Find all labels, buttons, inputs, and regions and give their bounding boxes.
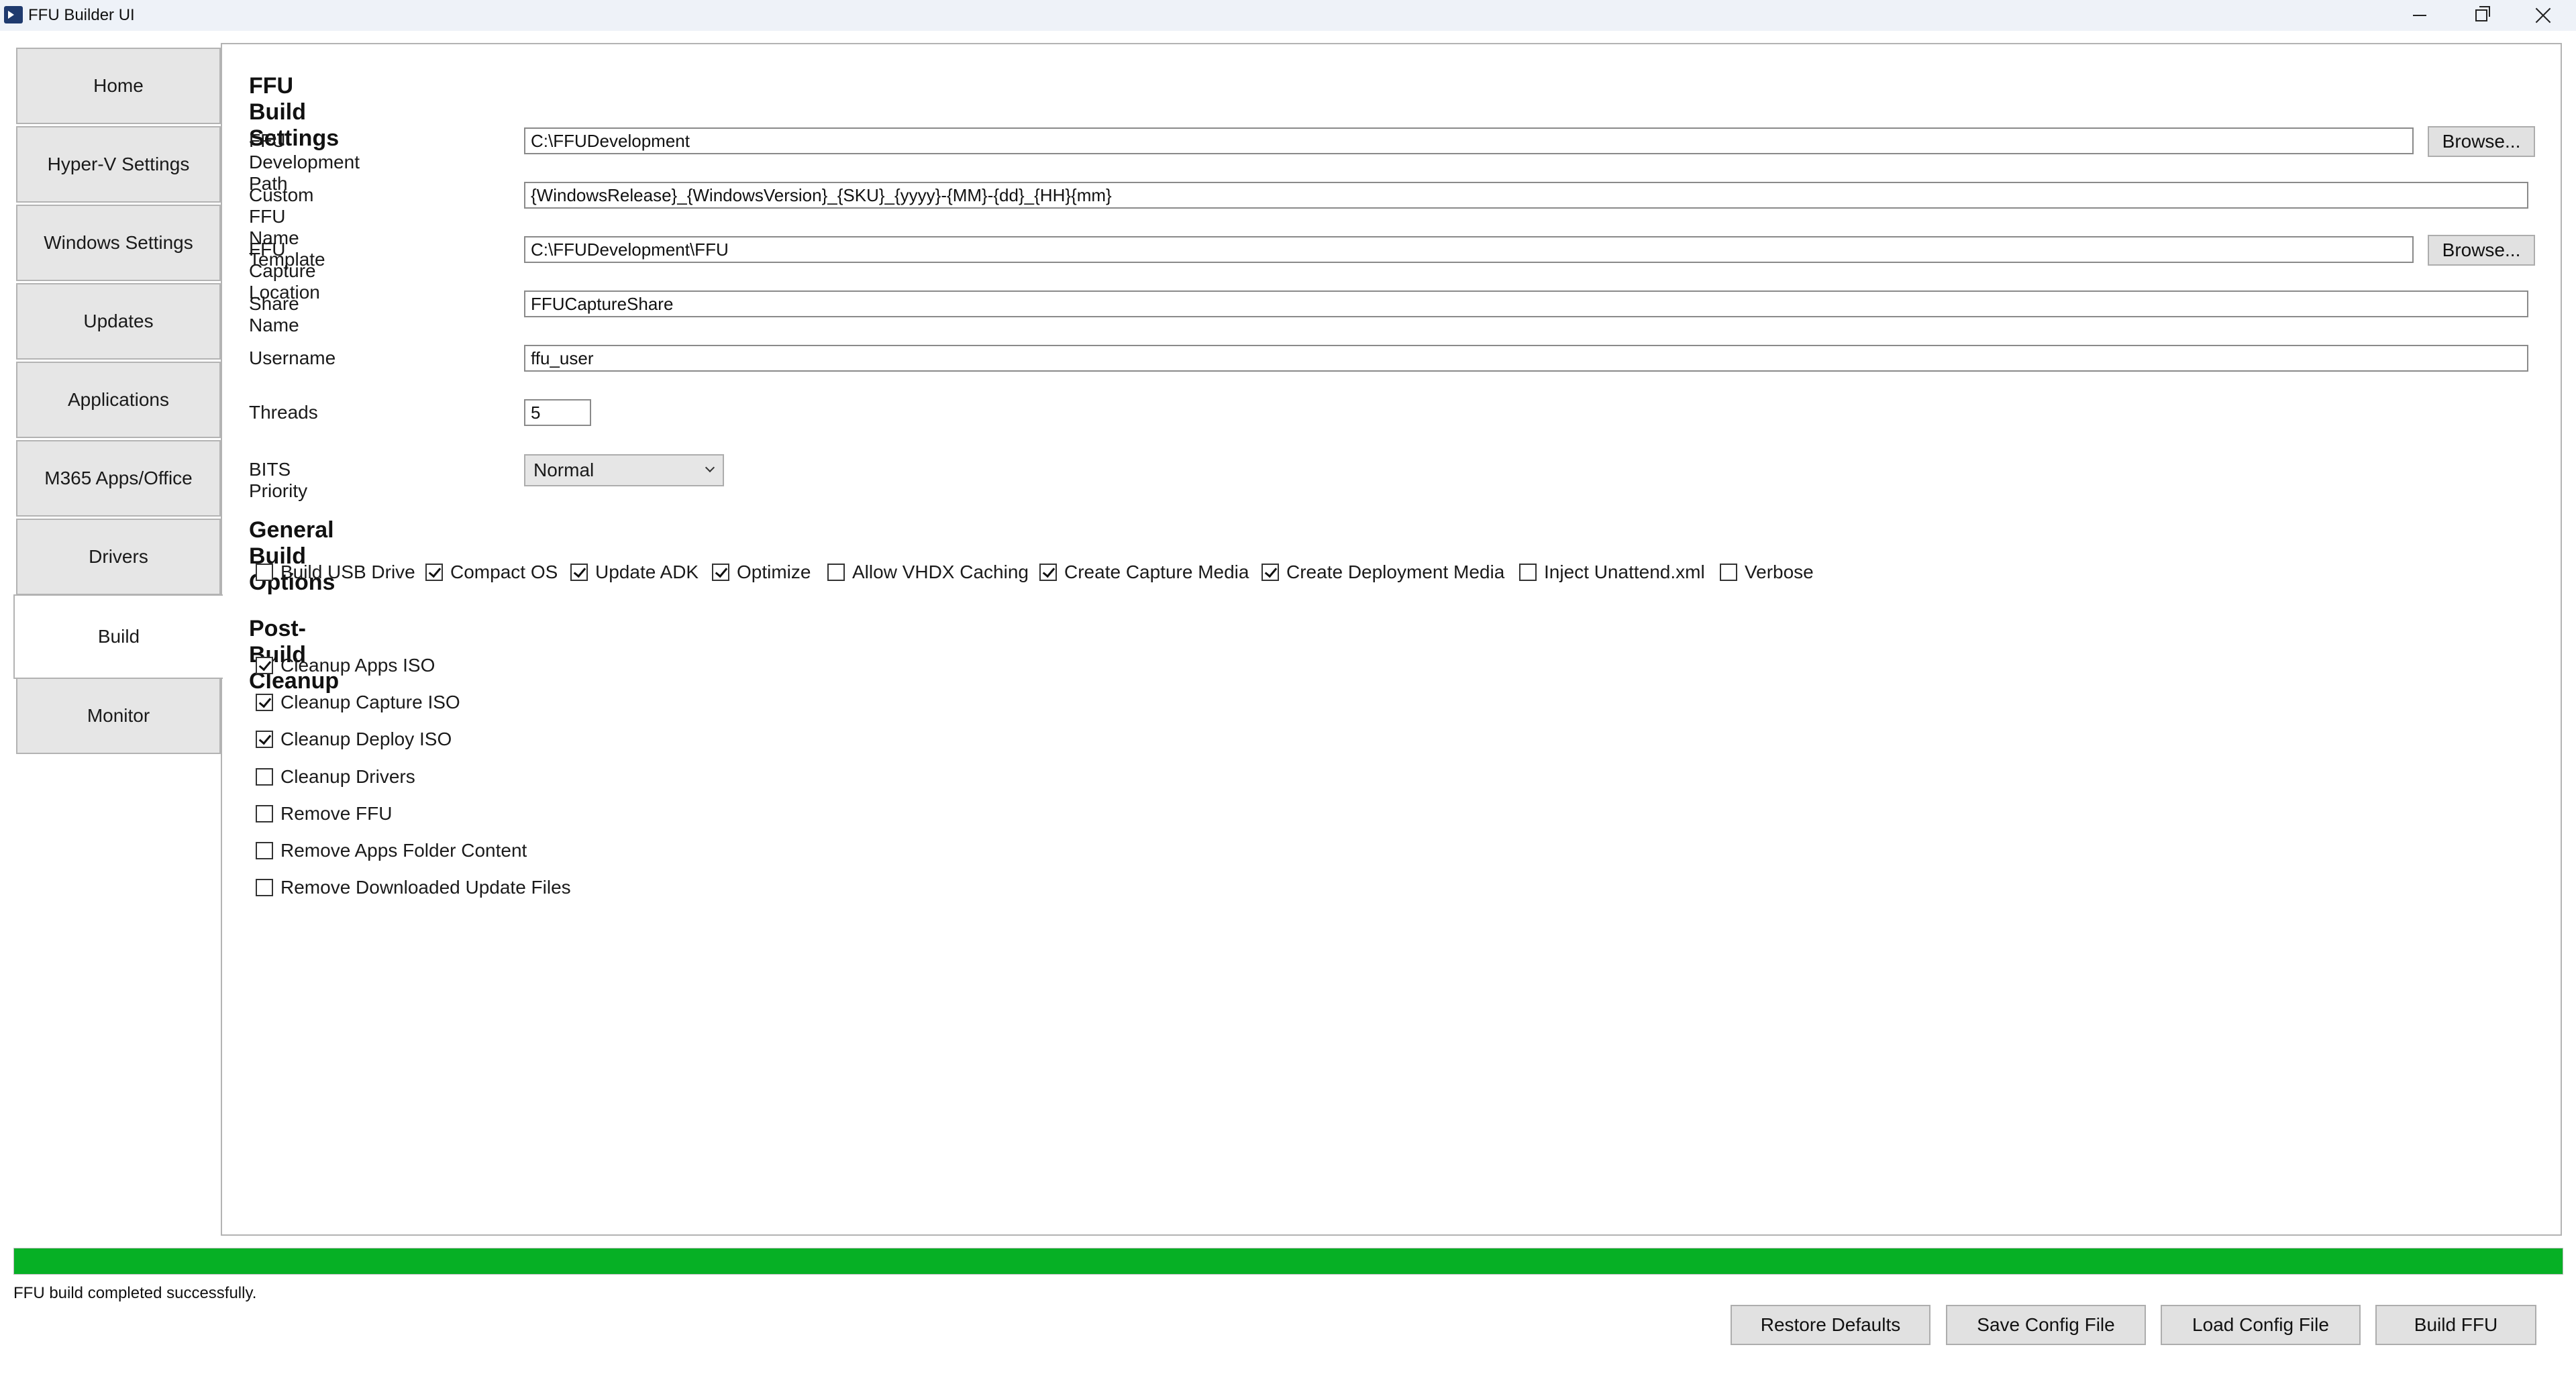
compact-os-checkbox[interactable]: Compact OS — [425, 562, 558, 583]
build-progress-bar — [13, 1248, 2563, 1275]
save-config-file-button[interactable]: Save Config File — [1946, 1305, 2146, 1345]
build-ffu-button[interactable]: Build FFU — [2375, 1305, 2536, 1345]
checkbox-box — [712, 564, 729, 581]
tab-applications[interactable]: Applications — [16, 362, 221, 438]
checkbox-box — [1720, 564, 1737, 581]
close-icon — [2535, 7, 2551, 23]
minimize-icon — [2413, 15, 2426, 16]
tab-updates[interactable]: Updates — [16, 283, 221, 360]
bits-priority-dropdown[interactable]: Normal — [524, 454, 724, 486]
threads-label: Threads — [249, 402, 318, 423]
cleanup-drivers-checkbox[interactable]: Cleanup Drivers — [256, 766, 415, 788]
status-text: FFU build completed successfully. — [13, 1284, 257, 1302]
remove-ffu-checkbox[interactable]: Remove FFU — [256, 803, 392, 824]
checkbox-box — [256, 842, 273, 859]
remove-apps-folder-content-checkbox[interactable]: Remove Apps Folder Content — [256, 840, 527, 861]
verbose-checkbox[interactable]: Verbose — [1720, 562, 1814, 583]
checkbox-box — [827, 564, 845, 581]
build-tab-panel — [221, 43, 2562, 1236]
tab-build[interactable]: Build — [13, 594, 223, 679]
share-name-input[interactable] — [524, 290, 2528, 317]
username-label: Username — [249, 348, 336, 368]
close-window-button[interactable] — [2512, 0, 2574, 31]
bits-priority-value: Normal — [533, 460, 595, 480]
cleanup-capture-iso-checkbox[interactable]: Cleanup Capture ISO — [256, 692, 460, 713]
checkbox-box — [256, 564, 273, 581]
checkbox-box — [570, 564, 588, 581]
title-bar: FFU Builder UI — [0, 0, 2576, 31]
browse-dev-path-button[interactable]: Browse... — [2428, 126, 2535, 157]
checkbox-box — [256, 731, 273, 748]
tab-hyper-v-settings[interactable]: Hyper-V Settings — [16, 126, 221, 203]
checkbox-box — [256, 657, 273, 674]
capture-location-input[interactable] — [524, 236, 2414, 263]
bits-priority-label: BITS Priority — [249, 459, 308, 501]
tab-drivers[interactable]: Drivers — [16, 519, 221, 595]
chevron-down-icon — [705, 462, 715, 473]
threads-input[interactable] — [524, 399, 591, 426]
username-input[interactable] — [524, 345, 2528, 372]
checkbox-box — [256, 768, 273, 786]
browse-capture-location-button[interactable]: Browse... — [2428, 235, 2535, 266]
restore-window-button[interactable] — [2451, 0, 2512, 31]
checkbox-box — [256, 879, 273, 896]
restore-window-icon — [2475, 6, 2490, 21]
share-name-label: Share Name — [249, 293, 299, 335]
dev-path-input[interactable] — [524, 127, 2414, 154]
optimize-checkbox[interactable]: Optimize — [712, 562, 811, 583]
allow-vhdx-caching-checkbox[interactable]: Allow VHDX Caching — [827, 562, 1029, 583]
powershell-icon — [4, 6, 23, 23]
cleanup-deploy-iso-checkbox[interactable]: Cleanup Deploy ISO — [256, 729, 452, 750]
name-template-input[interactable] — [524, 182, 2528, 209]
tab-windows-settings[interactable]: Windows Settings — [16, 205, 221, 281]
remove-downloaded-update-files-checkbox[interactable]: Remove Downloaded Update Files — [256, 877, 571, 898]
tab-home[interactable]: Home — [16, 48, 221, 124]
checkbox-box — [1261, 564, 1279, 581]
create-deployment-media-checkbox[interactable]: Create Deployment Media — [1261, 562, 1504, 583]
minimize-button[interactable] — [2389, 0, 2451, 31]
checkbox-box — [256, 694, 273, 711]
checkbox-box — [1039, 564, 1057, 581]
build-usb-drive-checkbox[interactable]: Build USB Drive — [256, 562, 415, 583]
checkbox-box — [1519, 564, 1537, 581]
create-capture-media-checkbox[interactable]: Create Capture Media — [1039, 562, 1249, 583]
tab-monitor[interactable]: Monitor — [16, 678, 221, 754]
tab-m365-apps-office[interactable]: M365 Apps/Office — [16, 440, 221, 517]
checkbox-box — [256, 805, 273, 822]
cleanup-apps-iso-checkbox[interactable]: Cleanup Apps ISO — [256, 655, 435, 676]
general-options-heading: General Build Options — [249, 517, 336, 595]
checkbox-box — [425, 564, 443, 581]
update-adk-checkbox[interactable]: Update ADK — [570, 562, 699, 583]
inject-unattend-checkbox[interactable]: Inject Unattend.xml — [1519, 562, 1705, 583]
restore-defaults-button[interactable]: Restore Defaults — [1731, 1305, 1930, 1345]
load-config-file-button[interactable]: Load Config File — [2161, 1305, 2361, 1345]
window-title: FFU Builder UI — [28, 6, 135, 24]
